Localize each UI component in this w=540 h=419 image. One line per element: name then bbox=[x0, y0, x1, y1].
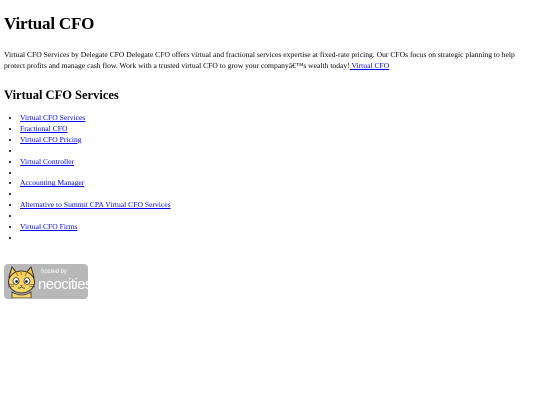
badge-brand-label: neocities bbox=[38, 276, 88, 293]
badge-hosted-label: hosted by bbox=[41, 269, 68, 275]
neocities-badge[interactable]: hosted by neocities bbox=[4, 264, 88, 299]
service-link-alternative-summit-cpa[interactable]: Alternative to Summit CPA Virtual CFO Se… bbox=[20, 200, 171, 209]
list-item: Virtual Controller bbox=[20, 157, 536, 168]
service-link-virtual-controller[interactable]: Virtual Controller bbox=[20, 157, 74, 166]
page: Virtual CFO Virtual CFO Services by Dele… bbox=[0, 14, 540, 244]
list-item-empty bbox=[20, 146, 536, 157]
service-link-virtual-cfo-pricing[interactable]: Virtual CFO Pricing bbox=[20, 135, 82, 144]
services-list: Virtual CFO Services Fractional CFO Virt… bbox=[4, 113, 536, 244]
intro-virtual-cfo-link[interactable]: Virtual CFO bbox=[350, 61, 389, 70]
list-item: Virtual CFO Firms bbox=[20, 222, 536, 233]
page-title: Virtual CFO bbox=[4, 14, 95, 33]
service-link-virtual-cfo-firms[interactable]: Virtual CFO Firms bbox=[20, 222, 77, 231]
list-item: Virtual CFO Services bbox=[20, 113, 536, 124]
services-heading: Virtual CFO Services bbox=[4, 88, 119, 102]
list-item: Accounting Manager bbox=[20, 178, 536, 189]
intro-text: Virtual CFO Services by Delegate CFO Del… bbox=[4, 50, 515, 70]
list-item: Fractional CFO bbox=[20, 124, 536, 135]
list-item: Virtual CFO Pricing bbox=[20, 135, 536, 146]
service-link-virtual-cfo-services[interactable]: Virtual CFO Services bbox=[20, 113, 85, 122]
intro-paragraph: Virtual CFO Services by Delegate CFO Del… bbox=[4, 49, 534, 71]
list-item-empty bbox=[20, 168, 536, 179]
list-item-empty bbox=[20, 211, 536, 222]
neocities-cat-icon bbox=[5, 265, 38, 299]
service-link-accounting-manager[interactable]: Accounting Manager bbox=[20, 178, 84, 187]
list-item: Alternative to Summit CPA Virtual CFO Se… bbox=[20, 200, 536, 211]
list-item-empty bbox=[20, 189, 536, 200]
list-item-empty bbox=[20, 233, 536, 244]
service-link-fractional-cfo[interactable]: Fractional CFO bbox=[20, 124, 67, 133]
